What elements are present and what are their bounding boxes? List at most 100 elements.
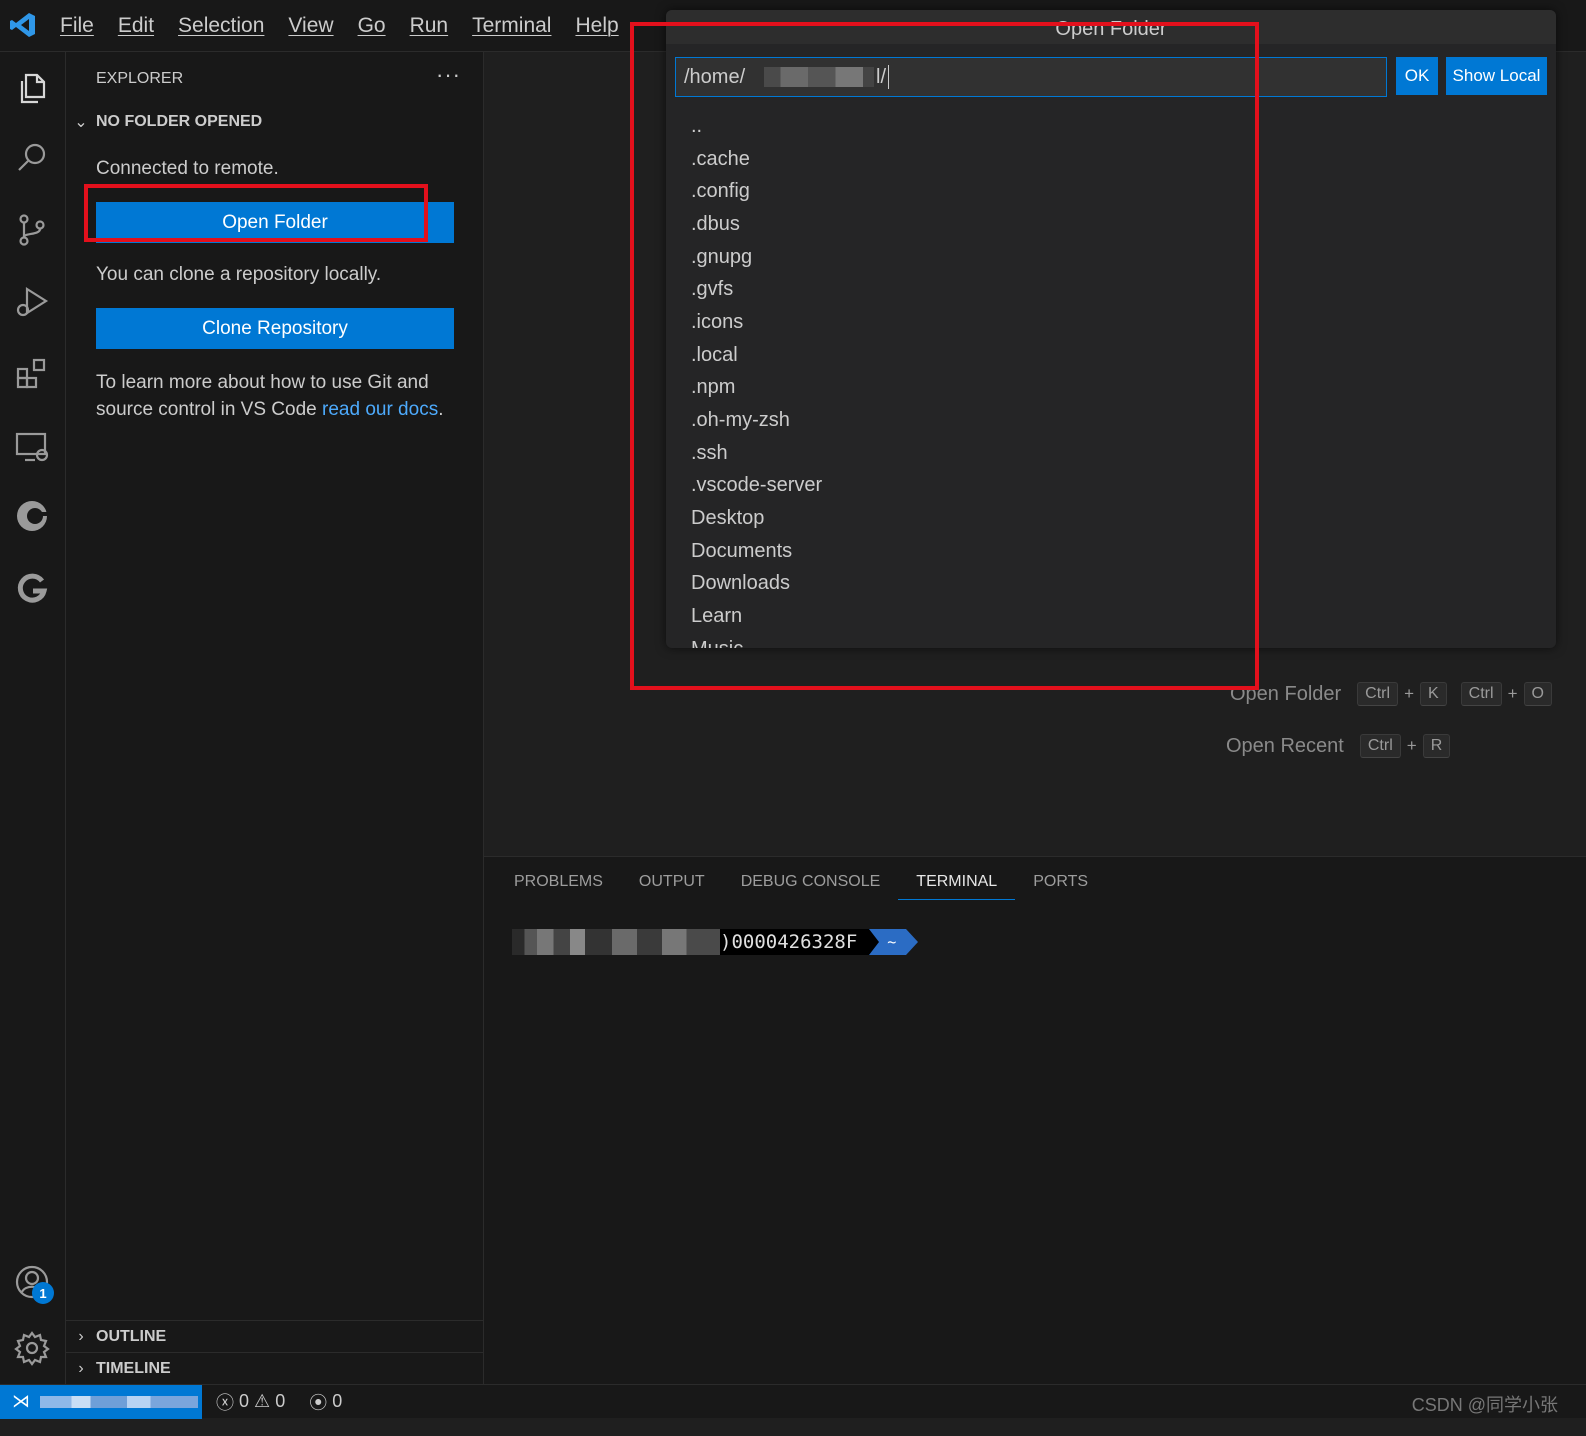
- clone-repository-button[interactable]: Clone Repository: [96, 308, 454, 349]
- key-cap: O: [1523, 682, 1552, 706]
- menu-help[interactable]: Help: [563, 14, 630, 38]
- plus-sign: +: [1507, 684, 1518, 703]
- error-icon: ⓧ: [216, 1392, 234, 1413]
- remote-indicator[interactable]: ⋊: [0, 1384, 202, 1419]
- ports-count: 0: [332, 1391, 343, 1411]
- outline-section-header[interactable]: › OUTLINE: [66, 1320, 483, 1352]
- folder-list-item[interactable]: .local: [666, 339, 1556, 372]
- key-cap: Ctrl: [1359, 734, 1401, 758]
- folder-list-item[interactable]: Learn: [666, 600, 1556, 633]
- folder-list: .. .cache .config .dbus .gnupg .gvfs .ic…: [666, 110, 1556, 648]
- gear-icon[interactable]: [10, 1326, 54, 1370]
- more-actions-icon[interactable]: ···: [436, 62, 461, 88]
- terminal-cwd: ~: [869, 929, 907, 955]
- chevron-down-icon: ⌄: [74, 114, 88, 131]
- clone-text: You can clone a repository locally.: [96, 264, 382, 285]
- shortcut-open-folder[interactable]: Open Folder Ctrl + K Ctrl + O: [1230, 682, 1552, 706]
- folder-list-item[interactable]: .ssh: [666, 437, 1556, 470]
- folder-list-item[interactable]: .cache: [666, 143, 1556, 176]
- menu-selection[interactable]: Selection: [166, 14, 276, 38]
- text-caret: [888, 65, 889, 89]
- folder-list-item[interactable]: .oh-my-zsh: [666, 404, 1556, 437]
- remote-explorer-icon[interactable]: [10, 424, 54, 468]
- broadcast-icon: ⦿: [309, 1392, 328, 1413]
- account-badge: 1: [32, 1282, 54, 1304]
- chevron-right-icon: ›: [78, 1327, 84, 1345]
- path-input-field[interactable]: l/: [675, 57, 1387, 97]
- folder-list-item[interactable]: Music: [666, 633, 1556, 648]
- section-title: NO FOLDER OPENED: [96, 113, 263, 130]
- folder-list-item[interactable]: .icons: [666, 306, 1556, 339]
- no-folder-section-header[interactable]: ⌄ NO FOLDER OPENED: [66, 108, 483, 136]
- panel-tabs: PROBLEMS OUTPUT DEBUG CONSOLE TERMINAL P…: [496, 873, 1106, 900]
- extensions-icon[interactable]: [10, 352, 54, 396]
- menu-go[interactable]: Go: [346, 14, 398, 38]
- vscode-logo-icon: [10, 13, 35, 37]
- key-cap: K: [1420, 682, 1447, 706]
- redacted-username: [764, 67, 874, 87]
- watermark: CSDN @同学小张: [1411, 1395, 1558, 1415]
- folder-list-item[interactable]: Desktop: [666, 502, 1556, 535]
- folder-list-item[interactable]: .config: [666, 175, 1556, 208]
- menu-edit[interactable]: Edit: [106, 14, 166, 38]
- folder-list-item[interactable]: .gnupg: [666, 241, 1556, 274]
- account-icon[interactable]: 1: [10, 1260, 54, 1304]
- warning-count: 0: [275, 1391, 286, 1411]
- open-folder-button[interactable]: Open Folder: [96, 202, 454, 243]
- status-bar: ⋊ ⓧ 0 ⚠ 0 ⦿ 0 CSDN @同学小张: [0, 1384, 1586, 1419]
- key-cap: R: [1422, 734, 1451, 758]
- docs-link[interactable]: read our docs: [322, 399, 438, 420]
- folder-list-item[interactable]: .vscode-server: [666, 470, 1556, 503]
- key-cap: Ctrl: [1460, 682, 1502, 706]
- folder-list-item[interactable]: .dbus: [666, 208, 1556, 241]
- tab-output[interactable]: OUTPUT: [621, 873, 723, 900]
- shortcut-open-recent[interactable]: Open Recent Ctrl + R: [1226, 734, 1451, 758]
- menu-bar: File Edit Selection View Go Run Terminal…: [48, 0, 631, 52]
- path-input[interactable]: [684, 65, 764, 89]
- chevron-right-icon: ›: [78, 1359, 84, 1377]
- prompt-arrow-icon: [906, 929, 919, 955]
- folder-list-item[interactable]: .npm: [666, 372, 1556, 405]
- outline-label: OUTLINE: [96, 1327, 167, 1345]
- tab-problems[interactable]: PROBLEMS: [496, 873, 621, 900]
- folder-list-item[interactable]: Documents: [666, 535, 1556, 568]
- connected-text: Connected to remote.: [96, 158, 279, 179]
- activity-bar: 1: [0, 52, 66, 1404]
- show-local-button[interactable]: Show Local: [1446, 57, 1547, 95]
- run-debug-icon[interactable]: [10, 280, 54, 324]
- tab-ports[interactable]: PORTS: [1015, 873, 1106, 900]
- tab-terminal[interactable]: TERMINAL: [898, 873, 1016, 900]
- folder-list-item[interactable]: Downloads: [666, 568, 1556, 601]
- search-icon[interactable]: [10, 136, 54, 180]
- terminal-prompt[interactable]: )0000426328F ~: [512, 929, 919, 955]
- ok-button[interactable]: OK: [1396, 57, 1438, 95]
- path-input-suffix: l/: [876, 65, 886, 88]
- menu-view[interactable]: View: [276, 14, 345, 38]
- tab-debug-console[interactable]: DEBUG CONSOLE: [723, 873, 899, 900]
- plus-sign: +: [1406, 736, 1417, 755]
- plus-sign: +: [1404, 684, 1414, 703]
- explorer-sidebar: EXPLORER ··· ⌄ NO FOLDER OPENED Connecte…: [66, 52, 484, 1404]
- ports-status[interactable]: ⦿ 0: [309, 1389, 342, 1415]
- problems-status[interactable]: ⓧ 0 ⚠ 0: [216, 1389, 285, 1415]
- key-cap: Ctrl: [1357, 682, 1399, 706]
- timeline-section-header[interactable]: › TIMELINE: [66, 1352, 483, 1384]
- shortcut-label: Open Recent: [1226, 734, 1344, 757]
- learn-text: To learn more about how to use Git and s…: [96, 369, 466, 423]
- terminal-hostname: )0000426328F: [720, 929, 870, 955]
- menu-terminal[interactable]: Terminal: [460, 14, 563, 38]
- folder-list-item[interactable]: ..: [666, 110, 1556, 143]
- codegeex-icon[interactable]: [10, 494, 54, 538]
- redacted-remote-name: [40, 1395, 198, 1408]
- menu-file[interactable]: File: [48, 14, 106, 38]
- menu-run[interactable]: Run: [398, 14, 461, 38]
- learn-text-end: .: [438, 399, 444, 420]
- redacted-hostname: [512, 929, 720, 955]
- gitlens-icon[interactable]: [10, 566, 54, 610]
- folder-list-item[interactable]: .gvfs: [666, 273, 1556, 306]
- open-folder-dialog: Open Folder l/ OK Show Local .. .cache .…: [666, 10, 1556, 648]
- warning-icon: ⚠: [254, 1391, 271, 1411]
- explorer-icon[interactable]: [10, 66, 54, 110]
- source-control-icon[interactable]: [10, 208, 54, 252]
- remote-icon: ⋊: [12, 1391, 30, 1411]
